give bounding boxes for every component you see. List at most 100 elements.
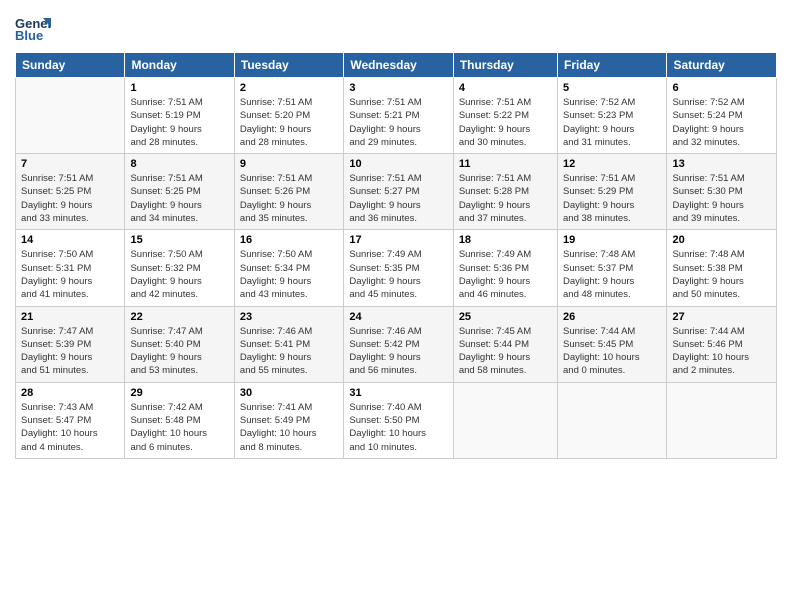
calendar-cell: 14 Sunrise: 7:50 AM Sunset: 5:31 PM Dayli… — [16, 230, 125, 306]
day-info: Sunrise: 7:47 AM Sunset: 5:40 PM Dayligh… — [130, 325, 228, 378]
day-info: Sunrise: 7:51 AM Sunset: 5:29 PM Dayligh… — [563, 172, 661, 225]
day-info: Sunrise: 7:51 AM Sunset: 5:30 PM Dayligh… — [672, 172, 771, 225]
day-info: Sunrise: 7:52 AM Sunset: 5:23 PM Dayligh… — [563, 96, 661, 149]
calendar-cell: 3 Sunrise: 7:51 AM Sunset: 5:21 PM Daylig… — [344, 78, 453, 154]
day-info: Sunrise: 7:48 AM Sunset: 5:37 PM Dayligh… — [563, 248, 661, 301]
calendar-cell: 16 Sunrise: 7:50 AM Sunset: 5:34 PM Dayli… — [234, 230, 343, 306]
calendar-cell — [453, 382, 557, 458]
day-number: 16 — [240, 234, 338, 246]
day-number: 11 — [459, 158, 552, 170]
day-info: Sunrise: 7:51 AM Sunset: 5:26 PM Dayligh… — [240, 172, 338, 225]
day-number: 12 — [563, 158, 661, 170]
calendar-cell: 7 Sunrise: 7:51 AM Sunset: 5:25 PM Daylig… — [16, 154, 125, 230]
calendar-cell: 28 Sunrise: 7:43 AM Sunset: 5:47 PM Dayli… — [16, 382, 125, 458]
day-info: Sunrise: 7:51 AM Sunset: 5:25 PM Dayligh… — [21, 172, 119, 225]
day-number: 9 — [240, 158, 338, 170]
calendar-cell — [16, 78, 125, 154]
day-number: 26 — [563, 311, 661, 323]
day-number: 31 — [349, 387, 447, 399]
day-number: 5 — [563, 82, 661, 94]
day-info: Sunrise: 7:51 AM Sunset: 5:22 PM Dayligh… — [459, 96, 552, 149]
day-info: Sunrise: 7:48 AM Sunset: 5:38 PM Dayligh… — [672, 248, 771, 301]
day-info: Sunrise: 7:51 AM Sunset: 5:28 PM Dayligh… — [459, 172, 552, 225]
day-number: 6 — [672, 82, 771, 94]
calendar-cell: 24Sunrise: 7:46 AM Sunset: 5:42 PM Dayli… — [344, 306, 453, 382]
day-number: 25 — [459, 311, 552, 323]
day-number: 7 — [21, 158, 119, 170]
day-info: Sunrise: 7:45 AM Sunset: 5:44 PM Dayligh… — [459, 325, 552, 378]
day-number: 29 — [130, 387, 228, 399]
day-number: 18 — [459, 234, 552, 246]
calendar-cell: 15 Sunrise: 7:50 AM Sunset: 5:32 PM Dayli… — [125, 230, 234, 306]
logo: General Blue — [15, 14, 53, 44]
calendar-cell: 27 Sunrise: 7:44 AM Sunset: 5:46 PM Dayli… — [667, 306, 777, 382]
day-info: Sunrise: 7:44 AM Sunset: 5:46 PM Dayligh… — [672, 325, 771, 378]
day-info: Sunrise: 7:43 AM Sunset: 5:47 PM Dayligh… — [21, 401, 119, 454]
day-info: Sunrise: 7:51 AM Sunset: 5:21 PM Dayligh… — [349, 96, 447, 149]
calendar-cell: 8 Sunrise: 7:51 AM Sunset: 5:25 PM Daylig… — [125, 154, 234, 230]
weekday-header-tuesday: Tuesday — [234, 53, 343, 78]
calendar-cell: 30Sunrise: 7:41 AM Sunset: 5:49 PM Dayli… — [234, 382, 343, 458]
weekday-header-saturday: Saturday — [667, 53, 777, 78]
day-number: 3 — [349, 82, 447, 94]
calendar-week-1: 1Sunrise: 7:51 AM Sunset: 5:19 PM Daylig… — [16, 78, 777, 154]
day-number: 15 — [130, 234, 228, 246]
day-number: 14 — [21, 234, 119, 246]
calendar-cell: 19 Sunrise: 7:48 AM Sunset: 5:37 PM Dayli… — [558, 230, 667, 306]
day-number: 10 — [349, 158, 447, 170]
header: General Blue — [15, 10, 777, 44]
calendar-cell: 31 Sunrise: 7:40 AM Sunset: 5:50 PM Dayli… — [344, 382, 453, 458]
day-info: Sunrise: 7:41 AM Sunset: 5:49 PM Dayligh… — [240, 401, 338, 454]
day-number: 13 — [672, 158, 771, 170]
day-info: Sunrise: 7:50 AM Sunset: 5:32 PM Dayligh… — [130, 248, 228, 301]
day-info: Sunrise: 7:46 AM Sunset: 5:41 PM Dayligh… — [240, 325, 338, 378]
calendar-cell: 4 Sunrise: 7:51 AM Sunset: 5:22 PM Daylig… — [453, 78, 557, 154]
calendar-cell: 9 Sunrise: 7:51 AM Sunset: 5:26 PM Daylig… — [234, 154, 343, 230]
day-number: 21 — [21, 311, 119, 323]
day-info: Sunrise: 7:50 AM Sunset: 5:34 PM Dayligh… — [240, 248, 338, 301]
day-info: Sunrise: 7:52 AM Sunset: 5:24 PM Dayligh… — [672, 96, 771, 149]
weekday-header-wednesday: Wednesday — [344, 53, 453, 78]
day-number: 20 — [672, 234, 771, 246]
day-info: Sunrise: 7:50 AM Sunset: 5:31 PM Dayligh… — [21, 248, 119, 301]
calendar-cell: 18Sunrise: 7:49 AM Sunset: 5:36 PM Dayli… — [453, 230, 557, 306]
weekday-header-sunday: Sunday — [16, 53, 125, 78]
calendar-cell: 25 Sunrise: 7:45 AM Sunset: 5:44 PM Dayli… — [453, 306, 557, 382]
weekday-header-friday: Friday — [558, 53, 667, 78]
logo-icon: General Blue — [15, 14, 51, 44]
day-number: 1 — [130, 82, 228, 94]
day-number: 4 — [459, 82, 552, 94]
day-info: Sunrise: 7:46 AM Sunset: 5:42 PM Dayligh… — [349, 325, 447, 378]
day-info: Sunrise: 7:42 AM Sunset: 5:48 PM Dayligh… — [130, 401, 228, 454]
calendar-cell: 23 Sunrise: 7:46 AM Sunset: 5:41 PM Dayli… — [234, 306, 343, 382]
day-info: Sunrise: 7:51 AM Sunset: 5:25 PM Dayligh… — [130, 172, 228, 225]
calendar-cell: 21 Sunrise: 7:47 AM Sunset: 5:39 PM Dayli… — [16, 306, 125, 382]
calendar-week-2: 7 Sunrise: 7:51 AM Sunset: 5:25 PM Daylig… — [16, 154, 777, 230]
day-info: Sunrise: 7:40 AM Sunset: 5:50 PM Dayligh… — [349, 401, 447, 454]
day-info: Sunrise: 7:44 AM Sunset: 5:45 PM Dayligh… — [563, 325, 661, 378]
calendar-cell: 2Sunrise: 7:51 AM Sunset: 5:20 PM Daylig… — [234, 78, 343, 154]
day-number: 23 — [240, 311, 338, 323]
calendar-table: SundayMondayTuesdayWednesdayThursdayFrid… — [15, 52, 777, 459]
calendar-week-4: 21 Sunrise: 7:47 AM Sunset: 5:39 PM Dayli… — [16, 306, 777, 382]
weekday-header-row: SundayMondayTuesdayWednesdayThursdayFrid… — [16, 53, 777, 78]
calendar-cell — [558, 382, 667, 458]
calendar-cell: 6 Sunrise: 7:52 AM Sunset: 5:24 PM Daylig… — [667, 78, 777, 154]
day-number: 27 — [672, 311, 771, 323]
day-number: 19 — [563, 234, 661, 246]
calendar-week-5: 28 Sunrise: 7:43 AM Sunset: 5:47 PM Dayli… — [16, 382, 777, 458]
day-info: Sunrise: 7:51 AM Sunset: 5:27 PM Dayligh… — [349, 172, 447, 225]
day-number: 22 — [130, 311, 228, 323]
svg-text:Blue: Blue — [15, 28, 43, 43]
page-container: General Blue SundayMondayTuesdayWednesda… — [0, 0, 792, 469]
day-number: 17 — [349, 234, 447, 246]
day-info: Sunrise: 7:47 AM Sunset: 5:39 PM Dayligh… — [21, 325, 119, 378]
calendar-cell: 20 Sunrise: 7:48 AM Sunset: 5:38 PM Dayli… — [667, 230, 777, 306]
day-number: 28 — [21, 387, 119, 399]
day-number: 8 — [130, 158, 228, 170]
calendar-cell: 5 Sunrise: 7:52 AM Sunset: 5:23 PM Daylig… — [558, 78, 667, 154]
calendar-cell: 10 Sunrise: 7:51 AM Sunset: 5:27 PM Dayli… — [344, 154, 453, 230]
calendar-cell: 13 Sunrise: 7:51 AM Sunset: 5:30 PM Dayli… — [667, 154, 777, 230]
calendar-cell: 29 Sunrise: 7:42 AM Sunset: 5:48 PM Dayli… — [125, 382, 234, 458]
calendar-cell: 1Sunrise: 7:51 AM Sunset: 5:19 PM Daylig… — [125, 78, 234, 154]
